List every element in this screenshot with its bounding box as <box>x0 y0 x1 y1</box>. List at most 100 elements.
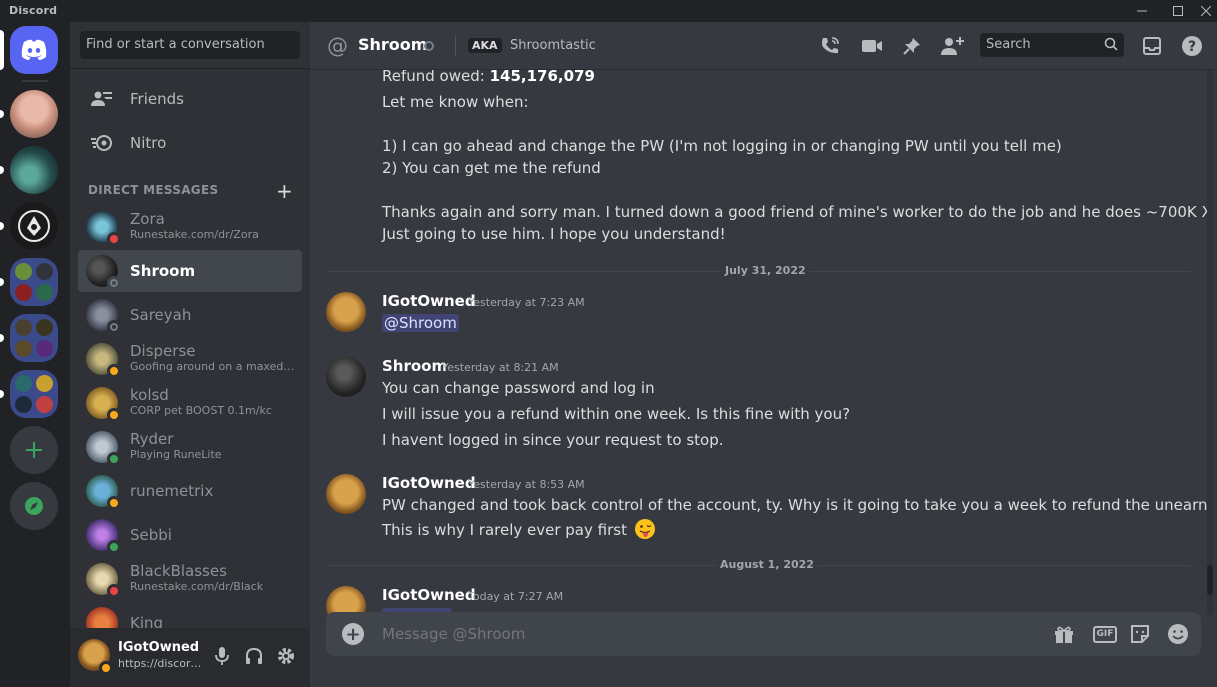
unread-pill <box>0 334 4 342</box>
status-idle-icon <box>107 496 121 510</box>
scrollbar[interactable] <box>1207 70 1213 615</box>
aka-badge: AKA <box>468 38 502 53</box>
message-author[interactable]: Shroom <box>382 357 447 375</box>
search-icon <box>1104 37 1118 55</box>
status-offline-icon <box>424 41 434 51</box>
message-input[interactable]: Message @Shroom <box>382 625 525 643</box>
author-avatar[interactable] <box>326 586 366 615</box>
close-icon[interactable] <box>1192 0 1217 22</box>
dm-sub: Runestake.com/dr/Zora <box>130 228 259 241</box>
status-dnd-icon <box>107 232 121 246</box>
gif-label: GIF <box>1092 625 1118 643</box>
help-icon[interactable]: ? <box>1180 34 1204 58</box>
tongue-emoji-icon <box>634 519 655 539</box>
voice-call-icon[interactable] <box>818 34 842 58</box>
destiny-icon <box>18 210 50 242</box>
sticker-icon[interactable] <box>1128 622 1152 646</box>
add-server-button[interactable] <box>10 426 58 474</box>
date-divider-label: August 1, 2022 <box>716 558 818 571</box>
dm-name: kolsd <box>130 386 169 404</box>
status-idle-icon <box>107 408 121 422</box>
nitro-icon <box>86 127 118 159</box>
home-button[interactable] <box>10 26 58 74</box>
add-friend-icon[interactable] <box>940 34 964 58</box>
dm-item-sareyah[interactable]: Sareyah <box>78 294 302 336</box>
dm-name: Disperse <box>130 342 196 360</box>
create-dm-plus-icon[interactable]: + <box>276 179 293 203</box>
destiny-server-icon[interactable] <box>10 202 58 250</box>
dm-item-king[interactable]: King <box>78 602 302 628</box>
channel-name[interactable]: Shroom <box>358 35 427 54</box>
dm-item-blackblasses[interactable]: BlackBlasses Runestake.com/dr/Black <box>78 558 302 600</box>
message-composer[interactable]: + Message @Shroom GIF <box>326 612 1201 656</box>
search-input[interactable]: Search <box>980 33 1124 57</box>
find-conversation-button[interactable]: Find or start a conversation <box>80 31 300 59</box>
dm-item-runemetrix[interactable]: runemetrix <box>78 470 302 512</box>
message-line: Let me know when: <box>382 93 529 111</box>
dm-item-ryder[interactable]: Ryder Playing RuneLite <box>78 426 302 468</box>
author-avatar[interactable] <box>326 292 366 332</box>
upload-plus-icon[interactable]: + <box>342 623 364 645</box>
user-status: https://discord... <box>118 657 204 670</box>
aka-name: Shroomtastic <box>510 38 596 53</box>
video-call-icon[interactable] <box>860 34 884 58</box>
dm-name: Shroom <box>130 262 196 280</box>
dm-item-sebbi[interactable]: Sebbi <box>78 514 302 556</box>
message-author[interactable]: IGotOwned <box>382 586 476 604</box>
microphone-icon[interactable] <box>210 644 234 668</box>
message-line: 2) You can get me the refund <box>382 159 601 177</box>
dm-name: runemetrix <box>130 482 214 500</box>
dm-name: Ryder <box>130 430 174 448</box>
nav-friends[interactable]: Friends <box>78 78 302 120</box>
dm-item-disperse[interactable]: Disperse Goofing around on a maxed O... <box>78 338 302 380</box>
friends-label: Friends <box>130 90 184 108</box>
discord-app: Discord Find or start a conversation Fri… <box>0 0 1217 687</box>
message-author[interactable]: IGotOwned <box>382 474 476 492</box>
message-author[interactable]: IGotOwned <box>382 292 476 310</box>
scrollbar-thumb[interactable] <box>1207 565 1213 595</box>
dm-sidebar: Find or start a conversation Friends Nit… <box>70 22 310 687</box>
search-placeholder: Search <box>986 37 1031 52</box>
pin-icon[interactable] <box>900 34 924 58</box>
gift-icon[interactable] <box>1052 622 1076 646</box>
explore-servers-button[interactable] <box>10 482 58 530</box>
message-line: 1) I can go ahead and change the PW (I'm… <box>382 137 1062 155</box>
author-avatar[interactable] <box>326 474 366 514</box>
plus-icon <box>26 442 42 458</box>
avatar <box>86 607 118 628</box>
headphones-icon[interactable] <box>242 644 266 668</box>
user-panel: IGotOwned https://discord... <box>70 628 310 687</box>
user-mention[interactable]: @Shroom <box>382 314 459 332</box>
server-folder-3[interactable] <box>10 370 58 418</box>
status-offline-icon <box>107 276 121 290</box>
server-avatar-2[interactable] <box>10 146 58 194</box>
nav-nitro[interactable]: Nitro <box>78 122 302 164</box>
gif-button[interactable]: GIF <box>1092 622 1118 646</box>
dm-item-kolsd[interactable]: kolsd CORP pet BOOST 0.1m/kc <box>78 382 302 424</box>
inbox-icon[interactable] <box>1140 34 1164 58</box>
gear-icon[interactable] <box>274 644 298 668</box>
minimize-icon[interactable] <box>1128 0 1156 22</box>
server-rail <box>0 22 70 687</box>
active-pill <box>0 30 4 70</box>
server-avatar-1[interactable] <box>10 90 58 138</box>
dm-name: BlackBlasses <box>130 562 227 580</box>
server-folder-2[interactable] <box>10 314 58 362</box>
dm-sub: Runestake.com/dr/Black <box>130 580 264 593</box>
emoji-picker-icon[interactable] <box>1166 622 1190 646</box>
window-title: Discord <box>9 4 58 17</box>
dm-item-zora[interactable]: Zora Runestake.com/dr/Zora <box>78 206 302 248</box>
message-timestamp: Yesterday at 8:21 AM <box>442 361 559 374</box>
dm-item-shroom[interactable]: Shroom <box>78 250 302 292</box>
dm-name: Sebbi <box>130 526 172 544</box>
unread-pill <box>0 222 4 230</box>
message-timestamp: Yesterday at 8:53 AM <box>468 478 585 491</box>
server-folder-1[interactable] <box>10 258 58 306</box>
author-avatar[interactable] <box>326 357 366 397</box>
message-line: I havent logged in since your request to… <box>382 431 724 449</box>
title-bar: Discord <box>0 0 1217 22</box>
maximize-icon[interactable] <box>1164 0 1192 22</box>
dm-sub: CORP pet BOOST 0.1m/kc <box>130 404 272 417</box>
date-divider-label: July 31, 2022 <box>721 264 810 277</box>
header-separator <box>455 36 456 56</box>
